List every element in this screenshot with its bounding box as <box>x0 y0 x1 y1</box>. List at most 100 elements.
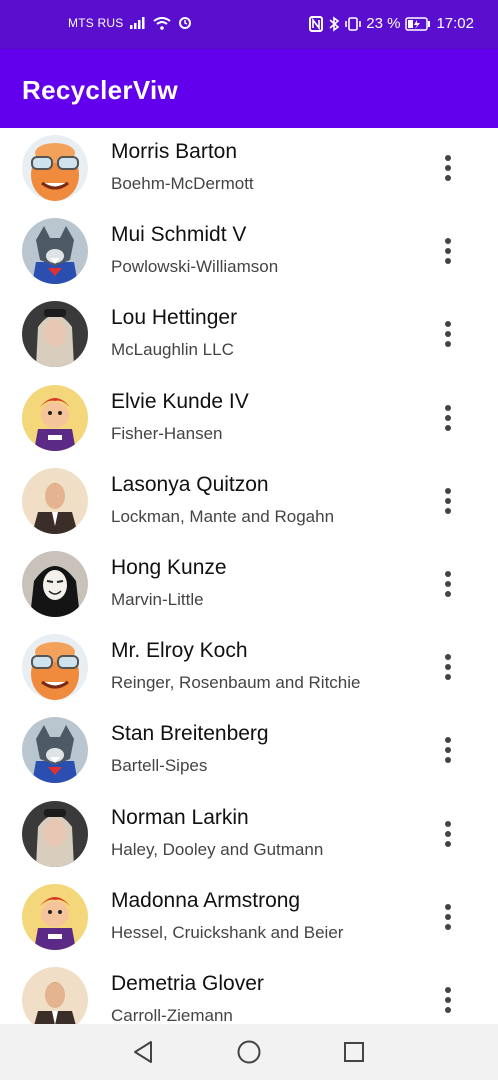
avatar <box>22 301 88 367</box>
more-options-dot <box>445 757 451 763</box>
avatar <box>22 135 88 201</box>
more-options-icon[interactable] <box>434 566 462 602</box>
more-options-dot <box>445 331 451 337</box>
list-item-name: Morris Barton <box>111 140 238 163</box>
list-item-company: McLaughlin LLC <box>111 340 234 359</box>
wifi-icon <box>153 16 172 30</box>
list-item-company: Carroll-Ziemann <box>111 1006 233 1024</box>
avatar <box>22 385 88 451</box>
more-options-dot <box>445 924 451 930</box>
more-options-icon[interactable] <box>434 816 462 852</box>
avatar <box>22 218 88 284</box>
more-options-icon[interactable] <box>434 899 462 935</box>
avatar <box>22 801 88 867</box>
more-options-dot <box>445 841 451 847</box>
recents-icon[interactable] <box>340 1038 368 1066</box>
list-item-name: Elvie Kunde IV <box>111 390 249 413</box>
signal-icon <box>130 17 146 29</box>
more-options-dot <box>445 258 451 264</box>
list-item-name: Lasonya Quitzon <box>111 473 269 496</box>
more-options-dot <box>445 664 451 670</box>
list-item[interactable]: Madonna Armstrong Hessel, Cruickshank and… <box>0 877 498 960</box>
sync-icon <box>178 16 192 30</box>
avatar <box>22 634 88 700</box>
more-options-dot <box>445 914 451 920</box>
more-options-icon[interactable] <box>434 982 462 1018</box>
list-item[interactable]: Elvie Kunde IV Fisher-Hansen <box>0 378 498 461</box>
more-options-dot <box>445 248 451 254</box>
more-options-dot <box>445 175 451 181</box>
list-item-name: Norman Larkin <box>111 806 249 829</box>
status-bar-right: 23 % 17:02 <box>309 15 474 32</box>
more-options-dot <box>445 674 451 680</box>
more-options-icon[interactable] <box>434 649 462 685</box>
list-item-name: Mr. Elroy Koch <box>111 639 248 662</box>
list-item-company: Bartell-Sipes <box>111 756 208 775</box>
more-options-icon[interactable] <box>434 316 462 352</box>
more-options-dot <box>445 238 451 244</box>
more-options-dot <box>445 155 451 161</box>
list-item[interactable]: Hong Kunze Marvin-Little <box>0 544 498 627</box>
list-item-name: Hong Kunze <box>111 556 227 579</box>
list-item-name: Demetria Glover <box>111 972 264 995</box>
list-item[interactable]: Demetria Glover Carroll-Ziemann <box>0 960 498 1024</box>
more-options-dot <box>445 341 451 347</box>
list-item[interactable]: Morris Barton Boehm-McDermott <box>0 128 498 211</box>
list-item[interactable]: Stan Breitenberg Bartell-Sipes <box>0 710 498 793</box>
more-options-dot <box>445 591 451 597</box>
navigation-bar <box>0 1024 498 1080</box>
status-bar-left: MTS RUS <box>68 16 192 30</box>
more-options-dot <box>445 904 451 910</box>
list-item-company: Haley, Dooley and Gutmann <box>111 840 324 859</box>
more-options-dot <box>445 987 451 993</box>
more-options-dot <box>445 831 451 837</box>
list-item[interactable]: Norman Larkin Haley, Dooley and Gutmann <box>0 794 498 877</box>
more-options-icon[interactable] <box>434 483 462 519</box>
list-item-company: Reinger, Rosenbaum and Ritchie <box>111 673 361 692</box>
more-options-dot <box>445 498 451 504</box>
avatar <box>22 967 88 1024</box>
more-options-icon[interactable] <box>434 233 462 269</box>
list-item-company: Marvin-Little <box>111 590 204 609</box>
avatar <box>22 551 88 617</box>
more-options-icon[interactable] <box>434 732 462 768</box>
list-item[interactable]: Lasonya Quitzon Lockman, Mante and Rogahn <box>0 461 498 544</box>
more-options-dot <box>445 737 451 743</box>
home-icon[interactable] <box>235 1038 263 1066</box>
more-options-dot <box>445 747 451 753</box>
back-icon[interactable] <box>129 1038 157 1066</box>
nfc-icon <box>309 15 324 32</box>
more-options-dot <box>445 415 451 421</box>
list-item-company: Fisher-Hansen <box>111 424 223 443</box>
more-options-dot <box>445 488 451 494</box>
battery-percent: 23 % <box>366 15 401 32</box>
app-bar: RecyclerViw <box>0 49 498 128</box>
app-bar-title: RecyclerViw <box>22 75 179 105</box>
list-item[interactable]: Mr. Elroy Koch Reinger, Rosenbaum and Rit… <box>0 627 498 710</box>
battery-icon <box>405 16 431 31</box>
more-options-dot <box>445 1007 451 1013</box>
more-options-dot <box>445 581 451 587</box>
avatar <box>22 884 88 950</box>
more-options-dot <box>445 405 451 411</box>
vibrate-icon <box>345 16 362 32</box>
recycler-list[interactable]: Morris Barton Boehm-McDermott Mui Schmidt… <box>0 128 498 1024</box>
list-item[interactable]: Lou Hettinger McLaughlin LLC <box>0 294 498 377</box>
more-options-dot <box>445 654 451 660</box>
more-options-dot <box>445 508 451 514</box>
more-options-dot <box>445 571 451 577</box>
carrier-label: MTS RUS <box>68 16 124 30</box>
avatar <box>22 717 88 783</box>
clock: 17:02 <box>436 15 474 32</box>
more-options-dot <box>445 997 451 1003</box>
more-options-dot <box>445 321 451 327</box>
list-item-name: Stan Breitenberg <box>111 722 269 745</box>
avatar <box>22 468 88 534</box>
list-item-name: Lou Hettinger <box>111 306 238 329</box>
more-options-dot <box>445 821 451 827</box>
more-options-icon[interactable] <box>434 150 462 186</box>
more-options-dot <box>445 165 451 171</box>
list-item[interactable]: Mui Schmidt V Powlowski-Williamson <box>0 211 498 294</box>
status-bar: MTS RUS 23 % 17:02 <box>0 0 498 49</box>
more-options-icon[interactable] <box>434 400 462 436</box>
